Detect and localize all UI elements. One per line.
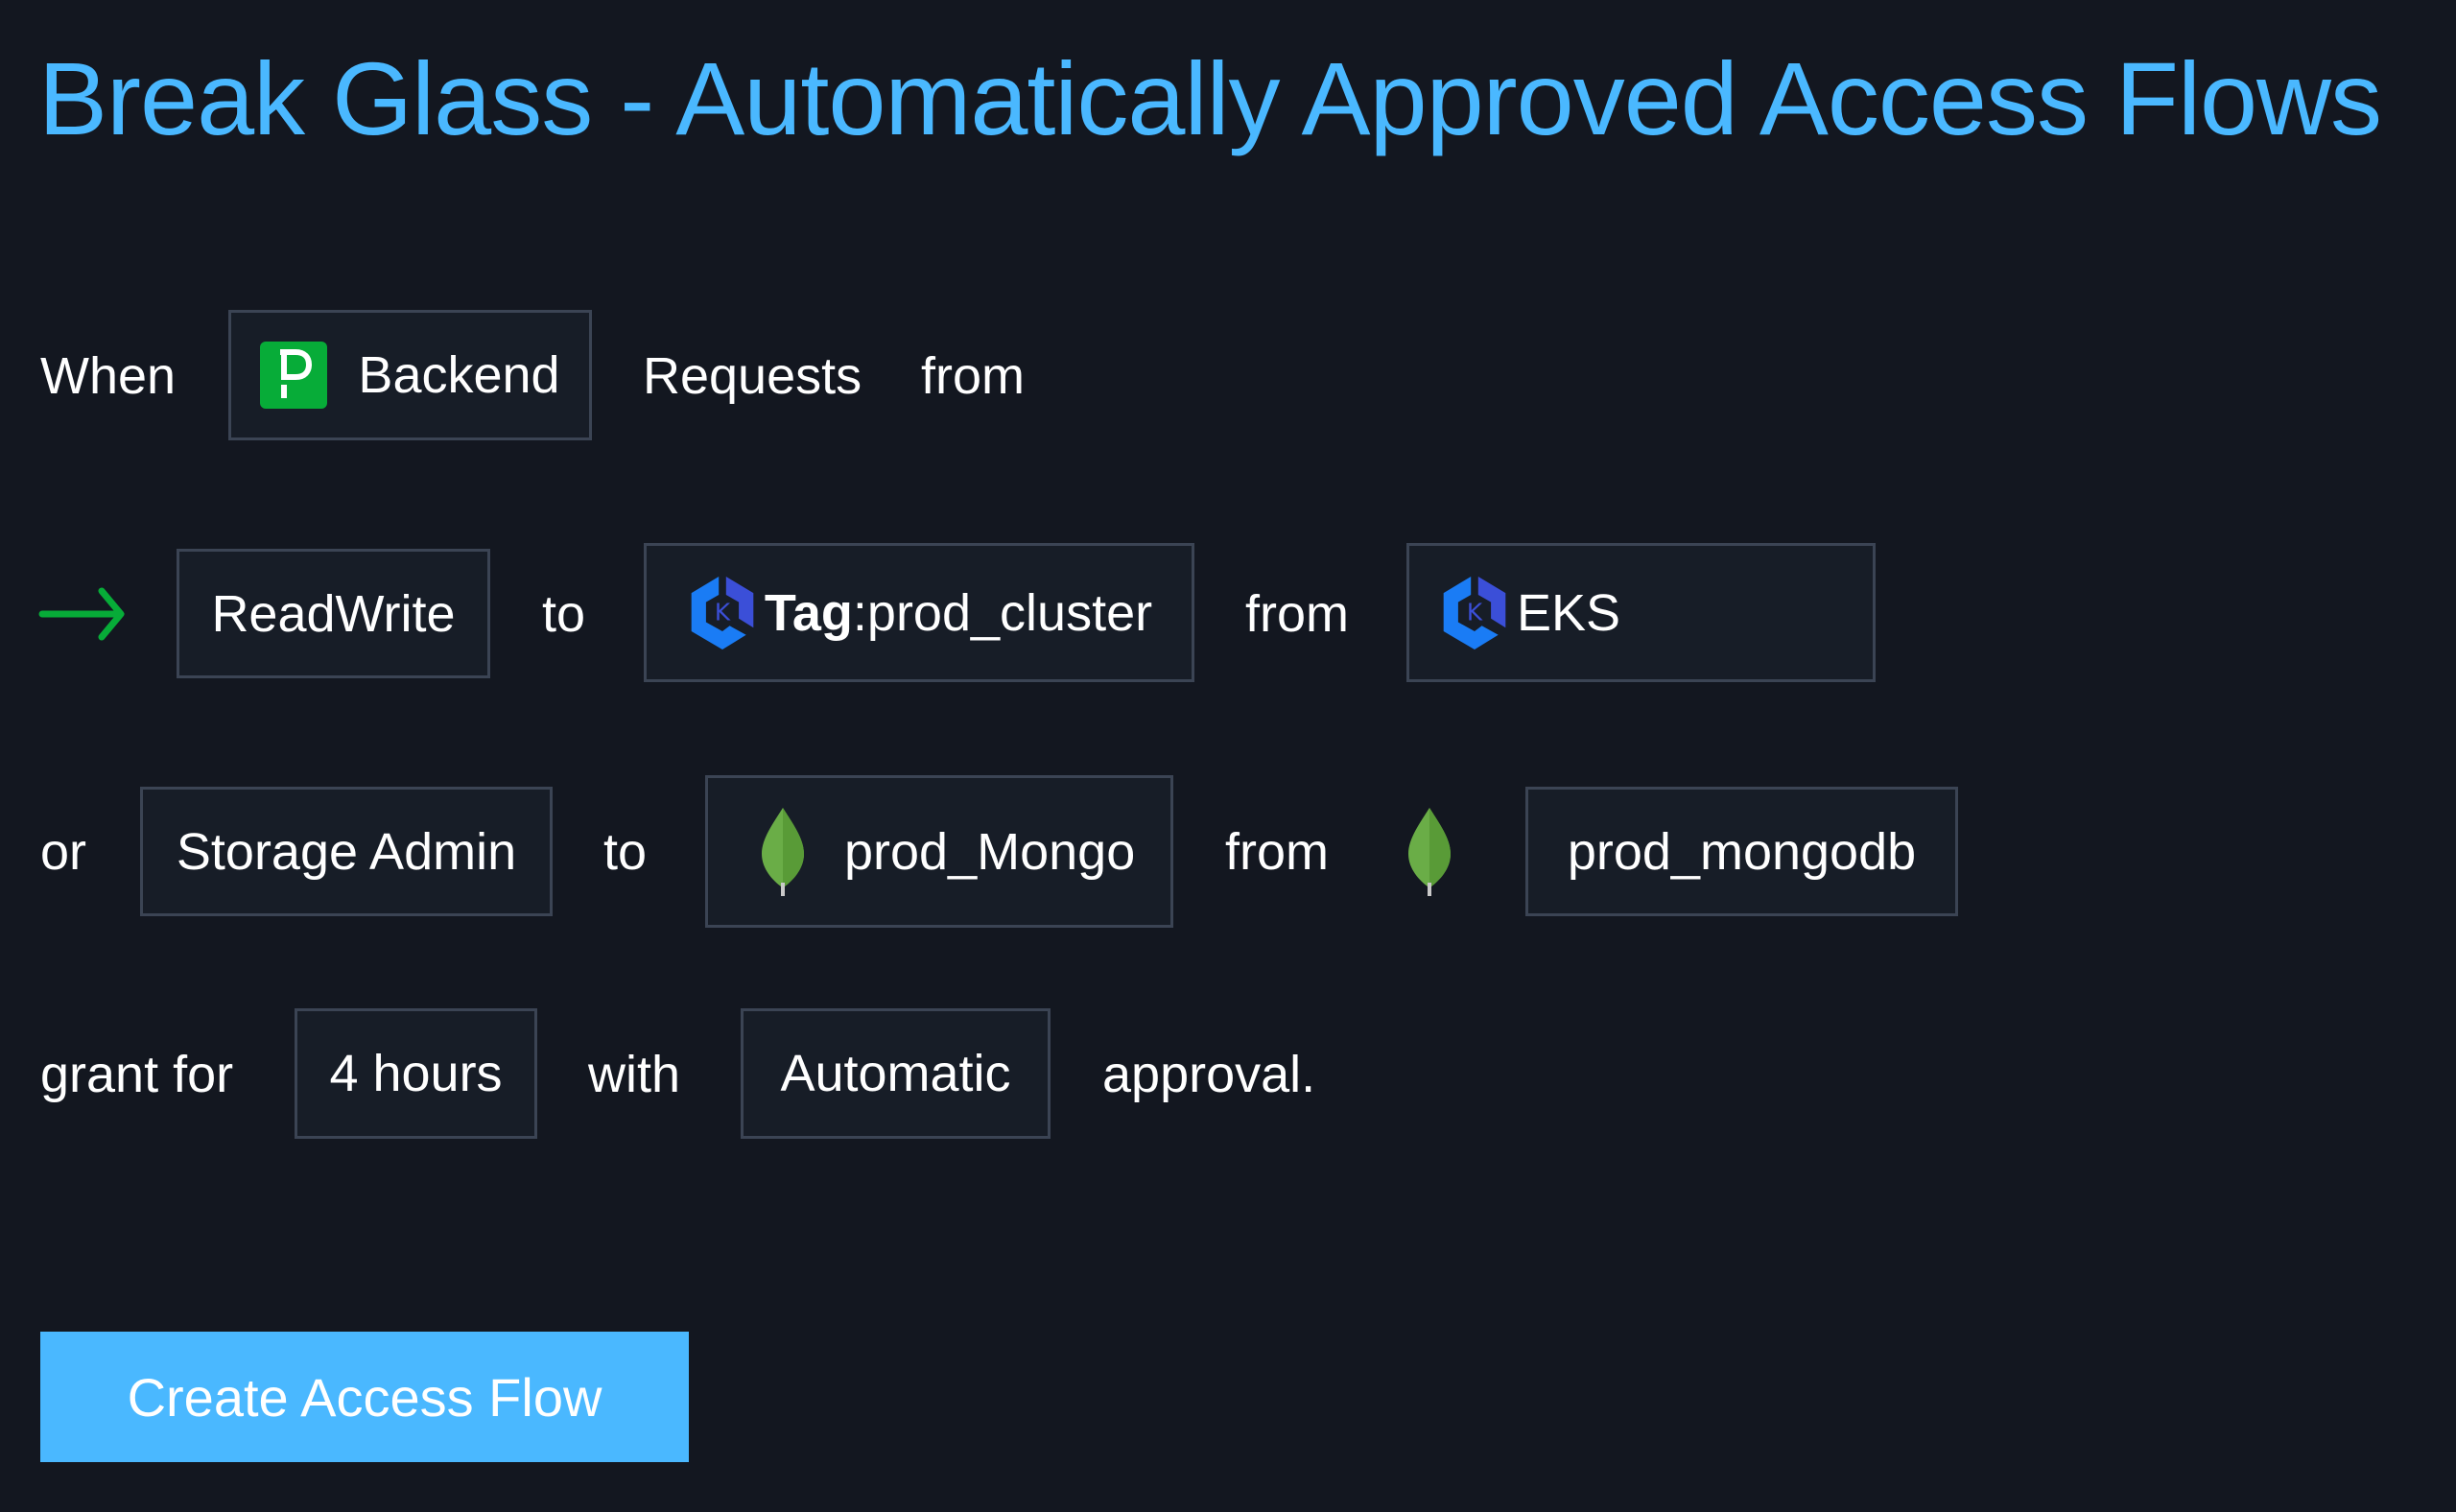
when-label: When — [40, 347, 177, 405]
duration-selector[interactable]: 4 hours — [295, 1008, 537, 1139]
mongodb-leaf-icon — [762, 807, 804, 896]
kubernetes-eks-icon: K — [1443, 576, 1506, 650]
permission-selector-storage-admin[interactable]: Storage Admin — [140, 787, 553, 916]
approval-label: approval. — [1102, 1046, 1316, 1103]
from-label: from — [1245, 585, 1349, 643]
approval-type-selector[interactable]: Automatic — [741, 1008, 1051, 1139]
requester-selector[interactable]: Backend — [228, 310, 592, 440]
tag-value: prod_cluster — [866, 583, 1153, 642]
integration-label: EKS — [1517, 583, 1621, 642]
or-label: or — [40, 823, 87, 881]
to-label: to — [603, 823, 648, 881]
to-label: to — [542, 585, 586, 643]
from-label: from — [1225, 823, 1329, 881]
arrow-right-icon — [38, 583, 130, 650]
requester-label: Backend — [358, 346, 560, 404]
tag-prefix: Tag — [764, 583, 853, 642]
resource-selector-tag[interactable]: K Tag: prod_cluster — [644, 543, 1194, 682]
page-title: Break Glass - Automatically Approved Acc… — [38, 40, 2382, 156]
svg-text:K: K — [715, 598, 731, 626]
integration-selector-prod-mongodb[interactable]: prod_mongodb — [1525, 787, 1958, 916]
svg-text:K: K — [1467, 598, 1483, 626]
from-label: from — [921, 347, 1025, 405]
with-label: with — [588, 1046, 681, 1103]
requests-label: Requests — [643, 347, 862, 405]
grant-for-label: grant for — [40, 1046, 234, 1103]
integration-selector-eks[interactable]: K EKS — [1406, 543, 1876, 682]
pagerduty-icon — [260, 342, 328, 409]
create-access-flow-button[interactable]: Create Access Flow — [40, 1332, 689, 1462]
tag-separator: : — [852, 583, 867, 642]
permission-selector-readwrite[interactable]: ReadWrite — [177, 549, 490, 678]
kubernetes-eks-icon: K — [691, 576, 754, 650]
resource-selector-prod-mongo[interactable]: prod_Mongo — [705, 775, 1173, 928]
mongodb-leaf-icon — [1408, 808, 1451, 896]
resource-label: prod_Mongo — [844, 822, 1136, 881]
